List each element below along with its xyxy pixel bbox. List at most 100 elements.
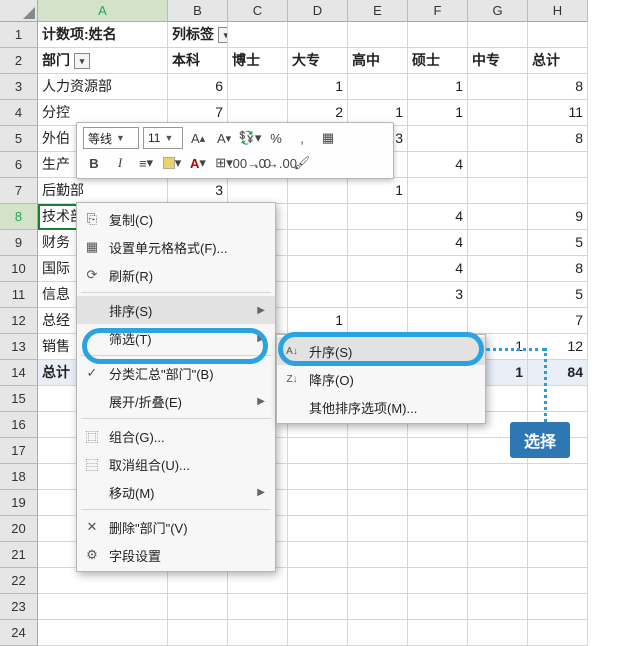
data-cell[interactable]	[468, 126, 528, 152]
cell[interactable]	[528, 516, 588, 542]
cell[interactable]	[348, 516, 408, 542]
cell[interactable]	[408, 568, 468, 594]
menu-item[interactable]: ⿳取消组合(U)...	[77, 450, 275, 478]
cell[interactable]	[288, 438, 348, 464]
cell[interactable]	[468, 516, 528, 542]
italic-button[interactable]: I	[109, 152, 131, 174]
font-color-button[interactable]: A▾	[187, 152, 209, 174]
pivot-row-label[interactable]: 后勤部	[38, 178, 168, 204]
data-cell[interactable]	[348, 230, 408, 256]
cell[interactable]	[288, 516, 348, 542]
cell[interactable]	[468, 620, 528, 646]
row-header-20[interactable]: 20	[0, 516, 38, 542]
menu-item[interactable]: ⎘复制(C)	[77, 205, 275, 233]
cell[interactable]	[408, 438, 468, 464]
font-size-selector[interactable]: 11 ▼	[143, 127, 183, 149]
cell[interactable]	[408, 22, 468, 48]
cell[interactable]	[528, 568, 588, 594]
data-cell[interactable]: 4	[408, 204, 468, 230]
pivot-col-总计[interactable]: 总计	[528, 48, 588, 74]
data-cell[interactable]	[288, 256, 348, 282]
row-header-2[interactable]: 2	[0, 48, 38, 74]
decrease-font-button[interactable]: A▾	[213, 127, 235, 149]
data-cell[interactable]	[468, 256, 528, 282]
cell[interactable]	[168, 620, 228, 646]
cell[interactable]	[408, 490, 468, 516]
cell[interactable]	[468, 594, 528, 620]
menu-item[interactable]: ⿴组合(G)...	[77, 422, 275, 450]
data-cell[interactable]: 6	[168, 74, 228, 100]
data-cell[interactable]	[348, 308, 408, 334]
data-cell[interactable]	[528, 178, 588, 204]
data-cell[interactable]	[228, 74, 288, 100]
cell[interactable]	[288, 22, 348, 48]
menu-item[interactable]: ▦设置单元格格式(F)...	[77, 233, 275, 261]
data-cell[interactable]: 3	[408, 282, 468, 308]
submenu-item[interactable]: Z↓降序(O)	[277, 365, 485, 393]
data-cell[interactable]	[468, 100, 528, 126]
cell[interactable]	[408, 516, 468, 542]
increase-decimal-button[interactable]: .0→.00	[265, 152, 287, 174]
cell[interactable]	[38, 620, 168, 646]
pivot-values-label[interactable]: 计数项:姓名	[38, 22, 168, 48]
cell[interactable]	[288, 464, 348, 490]
data-cell[interactable]	[468, 74, 528, 100]
pivot-col-本科[interactable]: 本科	[168, 48, 228, 74]
pivot-row-field[interactable]: 部门▾	[38, 48, 168, 74]
data-cell[interactable]	[468, 178, 528, 204]
data-cell[interactable]: 12	[528, 334, 588, 360]
row-header-7[interactable]: 7	[0, 178, 38, 204]
row-header-6[interactable]: 6	[0, 152, 38, 178]
percent-format-button[interactable]: %	[265, 127, 287, 149]
row-header-9[interactable]: 9	[0, 230, 38, 256]
submenu-item[interactable]: A↓升序(S)	[277, 337, 485, 365]
column-header-A[interactable]: A	[38, 0, 168, 22]
data-cell[interactable]: 9	[528, 204, 588, 230]
data-cell[interactable]: 1	[288, 308, 348, 334]
cell[interactable]	[228, 620, 288, 646]
cell[interactable]	[528, 542, 588, 568]
cell[interactable]	[348, 620, 408, 646]
cell[interactable]	[408, 542, 468, 568]
cell[interactable]	[468, 22, 528, 48]
data-cell[interactable]	[408, 126, 468, 152]
data-cell[interactable]: 1	[408, 100, 468, 126]
fill-color-button[interactable]: ▾	[161, 152, 183, 174]
data-cell[interactable]	[288, 282, 348, 308]
row-header-21[interactable]: 21	[0, 542, 38, 568]
pivot-col-硕士[interactable]: 硕士	[408, 48, 468, 74]
row-header-15[interactable]: 15	[0, 386, 38, 412]
cell[interactable]	[348, 490, 408, 516]
totals-cell[interactable]: 84	[528, 360, 588, 386]
select-all-corner[interactable]	[0, 0, 38, 22]
menu-item[interactable]: 排序(S)▶	[77, 296, 275, 324]
cell[interactable]	[408, 620, 468, 646]
filter-dropdown-icon[interactable]: ▾	[74, 53, 90, 69]
cell[interactable]	[408, 464, 468, 490]
menu-item[interactable]: 筛选(T)▶	[77, 324, 275, 352]
menu-item[interactable]: ✓分类汇总"部门"(B)	[77, 359, 275, 387]
data-cell[interactable]	[348, 282, 408, 308]
row-header-8[interactable]: 8	[0, 204, 38, 230]
increase-font-button[interactable]: A▴	[187, 127, 209, 149]
column-header-F[interactable]: F	[408, 0, 468, 22]
menu-item[interactable]: ⟳刷新(R)	[77, 261, 275, 289]
data-cell[interactable]	[348, 74, 408, 100]
cell[interactable]	[528, 386, 588, 412]
row-header-17[interactable]: 17	[0, 438, 38, 464]
cell[interactable]	[348, 22, 408, 48]
pivot-col-大专[interactable]: 大专	[288, 48, 348, 74]
bold-button[interactable]: B	[83, 152, 105, 174]
data-cell[interactable]: 3	[168, 178, 228, 204]
pivot-column-label[interactable]: 列标签▾	[168, 22, 228, 48]
data-cell[interactable]	[468, 282, 528, 308]
row-header-22[interactable]: 22	[0, 568, 38, 594]
data-cell[interactable]	[288, 178, 348, 204]
menu-item[interactable]: 移动(M)▶	[77, 478, 275, 506]
data-cell[interactable]	[468, 152, 528, 178]
data-cell[interactable]: 1	[288, 74, 348, 100]
align-button[interactable]: ≡▾	[135, 152, 157, 174]
cell[interactable]	[528, 620, 588, 646]
comma-format-button[interactable]: ,	[291, 127, 313, 149]
data-cell[interactable]: 4	[408, 256, 468, 282]
